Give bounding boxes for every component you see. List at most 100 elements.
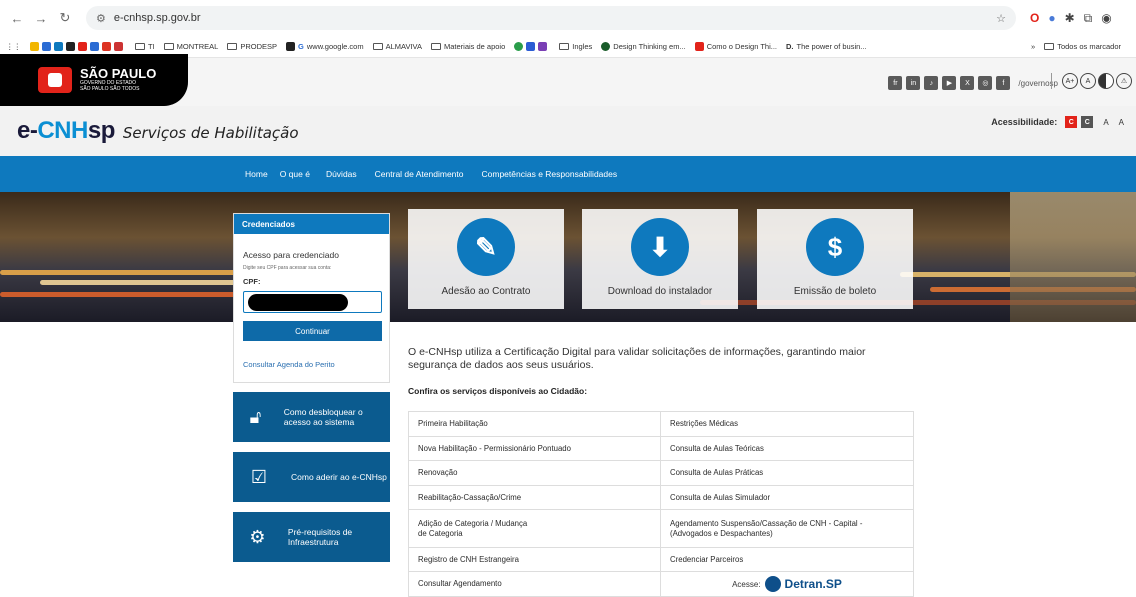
extensions-area: O ● ✱ ⧉ ◉ bbox=[1030, 11, 1112, 26]
service-link[interactable]: Renovação bbox=[409, 461, 660, 486]
social-links: fr in ♪ ▶ X ◎ f /governosp bbox=[888, 76, 1058, 90]
contrast-red-button[interactable]: C bbox=[1065, 116, 1078, 128]
services-table: Primeira Habilitação Nova Habilitação - … bbox=[408, 411, 914, 597]
service-link[interactable]: Credenciar Parceiros bbox=[661, 548, 913, 572]
join-ecnhsp-button[interactable]: ☑ Como aderir ao e-CNHsp bbox=[233, 452, 390, 502]
side-label: Como desbloquear o acesso ao sistema bbox=[283, 407, 363, 427]
side-label: Como aderir ao e-CNHsp bbox=[291, 472, 387, 482]
font-size-icon[interactable]: A+ bbox=[1062, 73, 1078, 89]
card-label: Emissão de boleto bbox=[793, 286, 877, 297]
opera-icon[interactable]: O bbox=[1030, 11, 1039, 25]
x-icon[interactable]: X bbox=[960, 76, 975, 90]
continue-button[interactable]: Continuar bbox=[243, 321, 382, 341]
profile-icon[interactable]: ◉ bbox=[1101, 11, 1111, 25]
ecnhsp-logo[interactable]: e-CNHsp bbox=[17, 117, 115, 145]
service-link[interactable]: Consulta de Aulas Práticas bbox=[661, 461, 913, 486]
accessibility-label: Acessibilidade: bbox=[991, 117, 1058, 127]
nav-duvidas[interactable]: Dúvidas bbox=[326, 169, 357, 179]
nav-o-que-e[interactable]: O que é bbox=[280, 169, 310, 179]
font-increase-button[interactable]: A bbox=[1119, 118, 1124, 127]
youtube-icon[interactable]: ▶ bbox=[942, 76, 957, 90]
bookmark-folder-almaviva[interactable]: ALMAVIVA bbox=[372, 42, 422, 51]
card-emissao-boleto[interactable]: $ Emissão de boleto bbox=[757, 209, 913, 309]
bookmark-folder-materiais[interactable]: Materiais de apoio bbox=[430, 42, 505, 51]
puzzle-icon[interactable]: ⧉ bbox=[1084, 11, 1093, 26]
reload-icon[interactable]: ↻ bbox=[56, 10, 74, 26]
unlock-access-button[interactable]: 🔓︎ Como desbloquear o acesso ao sistema bbox=[233, 392, 390, 442]
extension-icon-2[interactable]: ✱ bbox=[1065, 11, 1075, 25]
detran-link[interactable]: Acesse: Detran.SP bbox=[661, 572, 913, 596]
prerequisites-button[interactable]: ⚙ Pré-requisitos de Infraestrutura bbox=[233, 512, 390, 562]
extension-icon[interactable]: ● bbox=[1048, 11, 1055, 25]
font-reset-icon[interactable]: A bbox=[1080, 73, 1096, 89]
more-bookmarks-button[interactable]: » bbox=[1031, 42, 1035, 51]
service-link[interactable]: Adição de Categoria / Mudança de Categor… bbox=[409, 510, 660, 548]
back-icon[interactable]: ← bbox=[8, 11, 26, 26]
detran-logo-icon bbox=[764, 576, 781, 592]
bookmark-power-business[interactable]: D. The power of busin... bbox=[786, 42, 867, 51]
card-download-instalador[interactable]: ⬇ Download do instalador bbox=[582, 209, 738, 309]
redacted-value bbox=[248, 294, 348, 311]
login-header: Credenciados bbox=[234, 214, 389, 234]
site-info-icon[interactable]: ⚙ bbox=[96, 12, 106, 25]
facebook-icon[interactable]: f bbox=[996, 76, 1011, 90]
sao-paulo-logo[interactable]: SÃO PAULO GOVERNO DO ESTADO SÃO PAULO SÃ… bbox=[0, 54, 188, 106]
detran-name: Detran.SP bbox=[784, 577, 842, 591]
services-title: Confira os serviços disponíveis ao Cidad… bbox=[408, 386, 588, 396]
address-bar[interactable]: ⚙ e-cnhsp.sp.gov.br ☆ bbox=[86, 6, 1016, 30]
sp-logo-icon bbox=[38, 67, 72, 93]
service-link[interactable]: Consulta de Aulas Simulador bbox=[661, 486, 913, 510]
instagram-icon[interactable]: ◎ bbox=[978, 76, 993, 90]
service-link[interactable]: Primeira Habilitação bbox=[409, 412, 660, 437]
card-label: Adesão ao Contrato bbox=[441, 286, 531, 297]
bookmark-design-thinking[interactable]: Design Thinking em... bbox=[601, 42, 686, 51]
side-label: Pré-requisitos de Infraestrutura bbox=[287, 527, 353, 547]
star-icon[interactable]: ☆ bbox=[996, 12, 1006, 25]
login-hint: Digite seu CPF para acessar sua conta: bbox=[243, 265, 332, 271]
bookmark-folder-montreal[interactable]: MONTREAL bbox=[163, 42, 218, 51]
hero-banner: ✎ Adesão ao Contrato ⬇ Download do insta… bbox=[0, 192, 1136, 322]
service-link[interactable]: Registro de CNH Estrangeira bbox=[409, 548, 660, 572]
cpf-input[interactable] bbox=[243, 291, 382, 313]
perito-link[interactable]: Consultar Agenda do Perito bbox=[243, 360, 380, 369]
nav-home[interactable]: Home bbox=[245, 169, 268, 179]
contrast-icon[interactable] bbox=[1098, 73, 1114, 89]
dollar-icon: $ bbox=[806, 218, 864, 276]
lock-icon: 🔓︎ bbox=[249, 407, 262, 427]
bookmark-folder-prodesp[interactable]: PRODESP bbox=[227, 42, 277, 51]
nav-competencias[interactable]: Competências e Responsabilidades bbox=[482, 169, 618, 179]
forward-icon[interactable]: → bbox=[32, 11, 50, 26]
contrast-dark-button[interactable]: C bbox=[1081, 116, 1094, 128]
bookmark-icons[interactable] bbox=[514, 42, 550, 51]
accessibility-icons: A+ A ⚠ bbox=[1051, 73, 1132, 89]
bookmark-folder-ti[interactable]: TI bbox=[135, 42, 155, 51]
linkedin-icon[interactable]: in bbox=[906, 76, 921, 90]
document-edit-icon: ✎ bbox=[457, 218, 515, 276]
apps-icon[interactable]: ⋮⋮ bbox=[6, 42, 21, 51]
logo-title: SÃO PAULO bbox=[80, 66, 157, 81]
ecnh-header: e-CNHsp Serviços de Habilitação Acessibi… bbox=[0, 106, 1136, 156]
nav-central-atendimento[interactable]: Central de Atendimento bbox=[375, 169, 464, 179]
bookmark-como-design[interactable]: Como o Design Thi... bbox=[694, 42, 777, 51]
card-adesao-contrato[interactable]: ✎ Adesão ao Contrato bbox=[408, 209, 564, 309]
service-link[interactable]: Reabilitação-Cassação/Crime bbox=[409, 486, 660, 510]
detran-prefix: Acesse: bbox=[732, 579, 761, 589]
warning-icon[interactable]: ⚠ bbox=[1116, 73, 1132, 89]
service-link[interactable]: Agendamento Suspensão/Cassação de CNH - … bbox=[661, 510, 913, 548]
download-icon: ⬇ bbox=[631, 218, 689, 276]
tiktok-icon[interactable]: ♪ bbox=[924, 76, 939, 90]
service-link[interactable]: Nova Habilitação - Permissionário Pontua… bbox=[409, 437, 660, 461]
flickr-icon[interactable]: fr bbox=[888, 76, 903, 90]
all-bookmarks-folder[interactable]: Todos os marcador bbox=[1044, 42, 1121, 51]
bookmark-folder-ingles[interactable]: Ingles bbox=[559, 42, 592, 51]
browser-toolbar: ← → ↻ ⚙ e-cnhsp.sp.gov.br ☆ O ● ✱ ⧉ ◉ bbox=[0, 0, 1136, 36]
services-right-column: Restrições Médicas Consulta de Aulas Teó… bbox=[661, 412, 913, 596]
service-link[interactable]: Consulta de Aulas Teóricas bbox=[661, 437, 913, 461]
cpf-label: CPF: bbox=[243, 277, 261, 286]
font-decrease-button[interactable]: A bbox=[1103, 118, 1108, 127]
bookmark-icon-group bbox=[30, 42, 126, 51]
service-link[interactable]: Consultar Agendamento bbox=[409, 572, 660, 596]
bookmark-google[interactable]: Gwww.google.com bbox=[286, 42, 364, 51]
service-link[interactable]: Restrições Médicas bbox=[661, 412, 913, 437]
brand-subtitle: Serviços de Habilitação bbox=[122, 124, 299, 142]
